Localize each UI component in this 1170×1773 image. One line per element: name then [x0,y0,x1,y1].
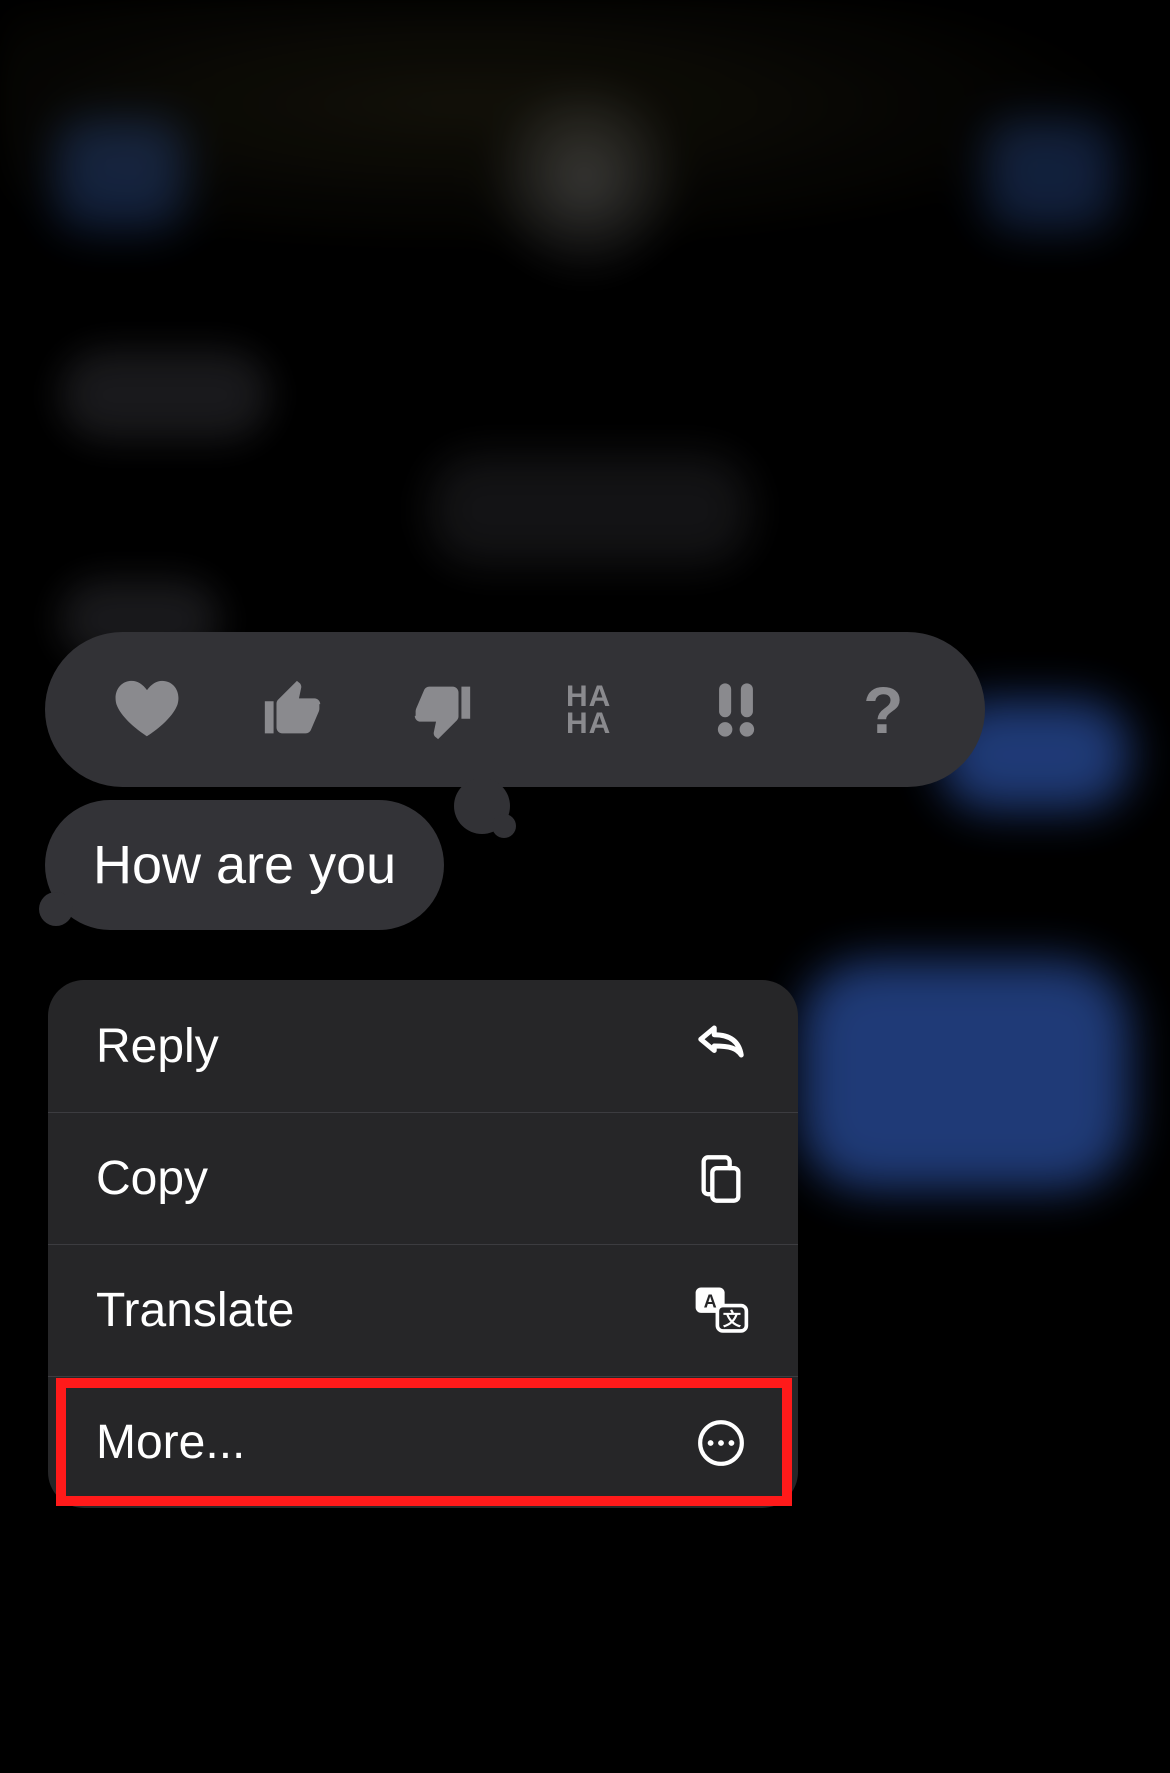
more-icon [692,1414,750,1472]
translate-icon: A 文 [692,1282,750,1340]
reply-icon [692,1017,750,1075]
menu-more[interactable]: More... [48,1376,798,1508]
exclaim-icon [707,674,765,746]
tapback-thumbs-up[interactable] [249,665,339,755]
message-text: How are you [93,835,396,895]
tapback-thumbs-down[interactable] [396,665,486,755]
question-icon: ? [863,672,903,748]
thumbs-up-icon [259,675,329,745]
bg-back-button [55,120,185,230]
svg-text:文: 文 [723,1308,742,1329]
menu-copy-label: Copy [96,1151,208,1206]
tapback-bar: HAHA ? [45,632,985,787]
tapback-heart[interactable] [102,665,192,755]
menu-reply-label: Reply [96,1019,219,1074]
context-menu: Reply Copy Translate A 文 More... [48,980,798,1508]
bg-message-bubble [60,350,270,440]
focused-message-bubble[interactable]: How are you [45,800,444,930]
thumbs-down-icon [406,675,476,745]
menu-translate[interactable]: Translate A 文 [48,1244,798,1376]
menu-reply[interactable]: Reply [48,980,798,1112]
tapback-tail [492,814,516,838]
bg-sent-bubble [800,960,1130,1190]
tapback-question[interactable]: ? [838,665,928,755]
copy-icon [692,1150,750,1208]
menu-more-label: More... [96,1415,245,1470]
svg-text:A: A [704,1291,717,1311]
bg-facetime-button [985,120,1115,230]
tapback-emphasize[interactable] [691,665,781,755]
bg-timestamp [430,455,750,565]
bg-contact-avatar [490,85,680,275]
tapback-haha[interactable]: HAHA [544,665,634,755]
menu-translate-label: Translate [96,1283,294,1338]
haha-icon: HAHA [566,683,611,737]
heart-icon [112,675,182,745]
menu-copy[interactable]: Copy [48,1112,798,1244]
